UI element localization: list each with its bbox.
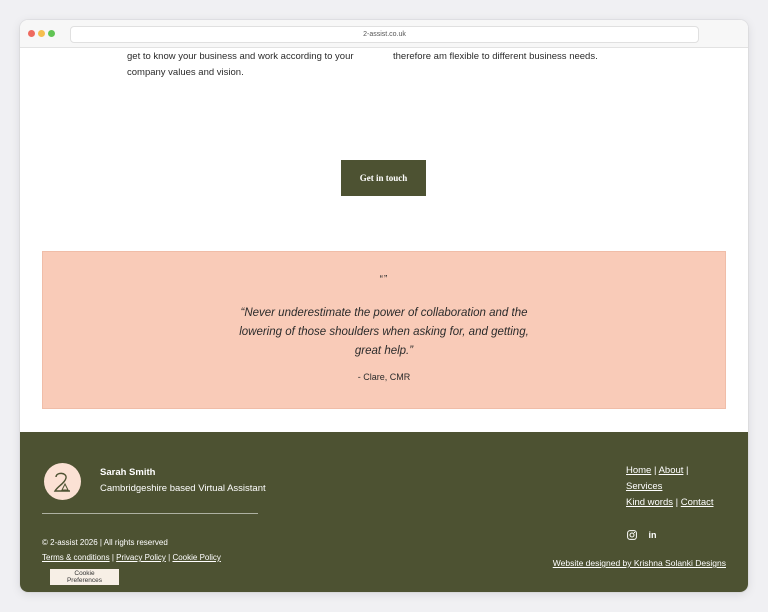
footer-divider (42, 513, 258, 514)
nav-separator: | (651, 465, 659, 476)
quote-icon: “” (379, 274, 389, 285)
browser-window: 2-assist.co.uk get to know your business… (20, 20, 748, 592)
linkedin-icon[interactable]: in (647, 529, 658, 540)
browser-toolbar: 2-assist.co.uk (20, 20, 748, 48)
minimize-window-button[interactable] (38, 30, 45, 37)
page-content: get to know your business and work accor… (20, 47, 748, 592)
close-window-button[interactable] (28, 30, 35, 37)
testimonial-quote: “Never underestimate the power of collab… (239, 307, 529, 357)
footer-nav-row-2: Services (626, 479, 714, 495)
intro-text-left: get to know your business and work accor… (127, 51, 354, 78)
nav-home-link[interactable]: Home (626, 465, 651, 476)
terms-link[interactable]: Terms & conditions (42, 553, 110, 562)
cookie-preferences-button[interactable]: Cookie Preferences (50, 569, 119, 585)
cookie-policy-link[interactable]: Cookie Policy (172, 553, 220, 562)
nav-contact-link[interactable]: Contact (681, 497, 714, 508)
testimonial-section: “” “Never underestimate the power of col… (42, 251, 726, 409)
designer-credit-link[interactable]: Website designed by Krishna Solanki Desi… (553, 558, 726, 568)
social-links: in (626, 529, 658, 540)
footer-nav-row-1: Home | About | (626, 463, 714, 479)
brand-tagline: Cambridgeshire based Virtual Assistant (100, 483, 266, 494)
footer-nav: Home | About | Services Kind words | Con… (626, 463, 714, 511)
site-footer: Sarah Smith Cambridgeshire based Virtual… (20, 432, 748, 592)
maximize-window-button[interactable] (48, 30, 55, 37)
intro-text-right: therefore am flexible to different busin… (393, 51, 598, 62)
testimonial-author: - Clare, CMR (357, 372, 411, 382)
get-in-touch-button[interactable]: Get in touch (341, 160, 426, 196)
nav-separator: | (683, 465, 689, 476)
instagram-icon[interactable] (626, 529, 637, 540)
nav-separator: | (673, 497, 681, 508)
privacy-policy-link[interactable]: Privacy Policy (116, 553, 166, 562)
copyright-text: © 2-assist 2026 | All rights reserved (42, 538, 168, 547)
footer-nav-row-3: Kind words | Contact (626, 495, 714, 511)
nav-services-link[interactable]: Services (626, 481, 662, 492)
nav-kind-words-link[interactable]: Kind words (626, 497, 673, 508)
logo-2-icon[interactable] (44, 463, 81, 500)
brand-name: Sarah Smith (100, 467, 156, 478)
address-bar[interactable]: 2-assist.co.uk (70, 26, 699, 43)
legal-links: Terms & conditions | Privacy Policy | Co… (42, 553, 221, 562)
nav-about-link[interactable]: About (659, 465, 684, 476)
